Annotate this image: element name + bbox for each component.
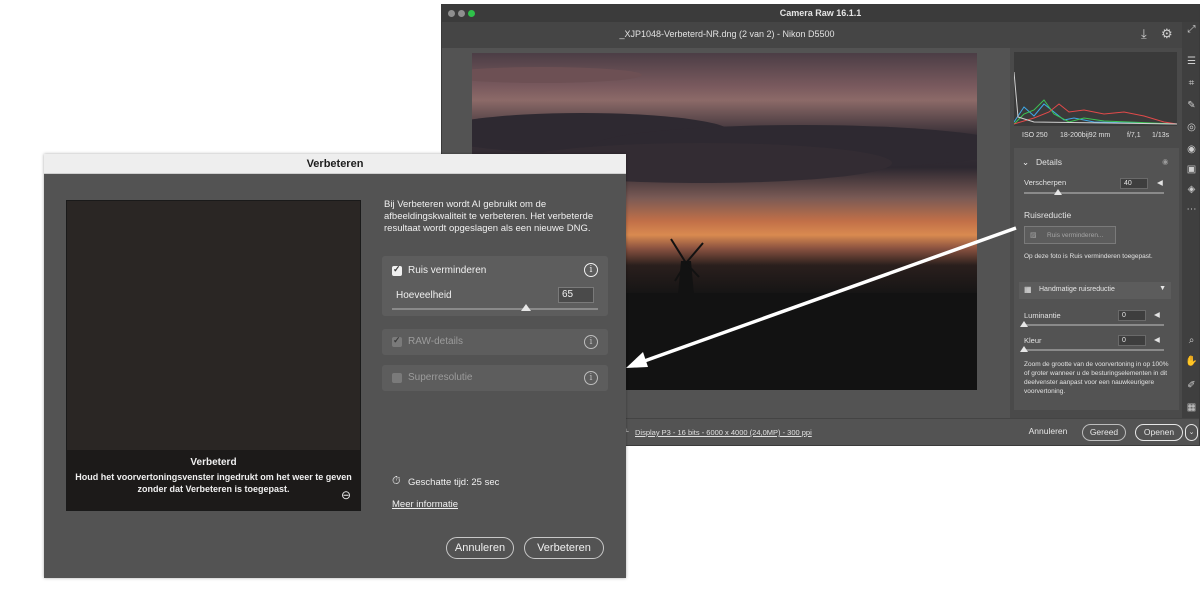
amount-value[interactable]: 65	[558, 287, 594, 303]
edit-sliders-icon[interactable]: ☰	[1185, 56, 1198, 67]
raw-details-option-box: RAW-details i	[382, 329, 608, 355]
grid-icon[interactable]: ▦	[1185, 402, 1198, 413]
luminance-reset-icon[interactable]: ◀	[1154, 310, 1160, 319]
cancel-button[interactable]: Annuleren	[446, 537, 514, 559]
super-resolution-option-box: Superresolutie i	[382, 365, 608, 391]
window-titlebar: Camera Raw 16.1.1	[442, 5, 1199, 22]
more-icon[interactable]: ⋯	[1185, 204, 1198, 215]
histogram	[1014, 52, 1177, 126]
exif-iso: ISO 250	[1022, 132, 1048, 139]
luminance-value[interactable]: 0	[1118, 310, 1146, 321]
estimated-time: Geschatte tijd: 25 sec	[408, 477, 500, 488]
noise-reduce-button[interactable]: ▨ Ruis verminderen...	[1024, 226, 1116, 244]
super-resolution-label: Superresolutie	[408, 372, 473, 383]
gear-icon[interactable]: ⚙	[1161, 26, 1173, 42]
dialog-titlebar: Verbeteren	[44, 154, 626, 174]
sharpen-thumb[interactable]	[1054, 189, 1062, 195]
sharpen-reset-icon[interactable]: ◀	[1157, 178, 1163, 187]
dialog-description: Bij Verbeteren wordt AI gebruikt om de a…	[384, 199, 594, 234]
mask-icon[interactable]: ◎	[1185, 122, 1198, 133]
checker-icon: ▦	[1024, 285, 1032, 294]
file-title: _XJP1048-Verbeterd-NR.dng (2 van 2) - Ni…	[619, 29, 835, 39]
enhance-button[interactable]: Verbeteren	[524, 537, 604, 559]
noise-applied-note: Op deze foto is Ruis verminderen toegepa…	[1024, 253, 1153, 260]
color-reset-icon[interactable]: ◀	[1154, 335, 1160, 344]
color-thumb[interactable]	[1020, 346, 1028, 352]
enhance-preview[interactable]: Verbeterd Houd het voorvertoningsvenster…	[66, 200, 361, 511]
cancel-button[interactable]: Annuleren	[1022, 424, 1074, 441]
done-button[interactable]: Gereed	[1082, 424, 1126, 441]
exif-shutter: 1/13s	[1152, 132, 1170, 139]
preview-overlay-text: Houd het voorvertoningsvenster ingedrukt…	[75, 472, 352, 494]
raw-details-checkbox[interactable]	[392, 335, 402, 347]
snapshot-icon[interactable]: ◈	[1185, 184, 1198, 195]
color-slider[interactable]	[1024, 349, 1164, 351]
details-panel: ⌄ Details ◉ Verscherpen 40 ◀ Ruisreducti…	[1014, 148, 1179, 410]
noise-reduce-label: Ruis verminderen...	[1047, 232, 1104, 239]
edit-panel: ISO 250 18-200bij92 mm f/7,1 1/13s ⌄ Det…	[1010, 48, 1182, 418]
preview-overlay: Verbeterd Houd het voorvertoningsvenster…	[67, 450, 360, 510]
noise-label: Ruis verminderen	[408, 265, 487, 276]
dialog-title: Verbeteren	[306, 158, 364, 170]
super-resolution-checkbox[interactable]	[392, 373, 402, 383]
sharpen-label: Verscherpen	[1024, 178, 1067, 187]
manual-noise-header[interactable]: ▦ Handmatige ruisreductie ▼	[1019, 282, 1171, 299]
more-info-link[interactable]: Meer informatie	[392, 499, 458, 510]
details-header[interactable]: Details	[1036, 157, 1062, 167]
healing-icon[interactable]: ✎	[1185, 100, 1198, 111]
amount-slider-thumb[interactable]	[520, 304, 531, 311]
open-button[interactable]: Openen	[1135, 424, 1183, 441]
amount-label: Hoeveelheid	[396, 290, 452, 301]
noise-section-title: Ruisreductie	[1024, 210, 1072, 220]
manual-noise-title: Handmatige ruisreductie	[1039, 286, 1115, 293]
red-eye-icon[interactable]: ◉	[1185, 144, 1198, 155]
luminance-thumb[interactable]	[1020, 321, 1028, 327]
amount-slider[interactable]	[392, 308, 598, 310]
visibility-eye-icon[interactable]: ◉	[1162, 157, 1169, 166]
tool-strip: ⤢ ☰ ⌗ ✎ ◎ ◉ ▣ ◈ ⋯ ⌕ ✋ ✐ ▦	[1182, 22, 1199, 418]
zoom-note: Zoom de grootte van de voorvertoning in …	[1024, 361, 1169, 395]
zoom-icon[interactable]: ⌕	[1185, 335, 1198, 346]
expand-triangle-icon[interactable]: ▼	[1159, 285, 1166, 292]
luminance-slider[interactable]	[1024, 324, 1164, 326]
preview-overlay-title: Verbeterd	[190, 457, 237, 468]
file-header: _XJP1048-Verbeterd-NR.dng (2 van 2) - Ni…	[442, 22, 1182, 48]
expand-icon[interactable]: ⤢	[1185, 24, 1198, 35]
open-options-chevron-icon[interactable]: ⌄	[1185, 424, 1198, 441]
windmill-silhouette	[670, 238, 704, 295]
sampler-icon[interactable]: ✐	[1185, 380, 1198, 391]
exif-lens: 18-200bij92 mm	[1060, 132, 1111, 139]
noise-option-box: Ruis verminderen i Hoeveelheid 65	[382, 256, 608, 316]
enhance-dialog: Verbeteren Verbeterd Houd het voorverton…	[44, 154, 626, 578]
super-resolution-info-icon[interactable]: i	[584, 371, 598, 385]
sharpen-value[interactable]: 40	[1120, 178, 1148, 189]
window-title: Camera Raw 16.1.1	[779, 8, 862, 18]
raw-details-label: RAW-details	[408, 336, 464, 347]
sharpen-slider[interactable]	[1024, 192, 1164, 194]
details-chevron-icon[interactable]: ⌄	[1022, 157, 1029, 168]
save-icon[interactable]: ⤓	[1141, 26, 1147, 42]
exif-bar: ISO 250 18-200bij92 mm f/7,1 1/13s	[1010, 128, 1182, 144]
workflow-options-link[interactable]: Display P3 - 16 bits - 6000 x 4000 (24,0…	[635, 428, 812, 437]
crop-icon[interactable]: ⌗	[1185, 78, 1198, 89]
hand-icon[interactable]: ✋	[1185, 356, 1198, 367]
luminance-label: Luminantie	[1024, 311, 1061, 320]
exif-aperture: f/7,1	[1127, 132, 1141, 139]
noise-checkbox[interactable]	[392, 264, 402, 276]
color-value[interactable]: 0	[1118, 335, 1146, 346]
color-label: Kleur	[1024, 336, 1042, 345]
presets-icon[interactable]: ▣	[1185, 164, 1198, 175]
timer-icon: ⏱	[392, 475, 401, 487]
zoom-out-icon[interactable]: ⊖	[341, 488, 351, 502]
raw-details-info-icon[interactable]: i	[584, 335, 598, 349]
noise-info-icon[interactable]: i	[584, 263, 598, 277]
enhance-icon: ▨	[1030, 232, 1037, 239]
